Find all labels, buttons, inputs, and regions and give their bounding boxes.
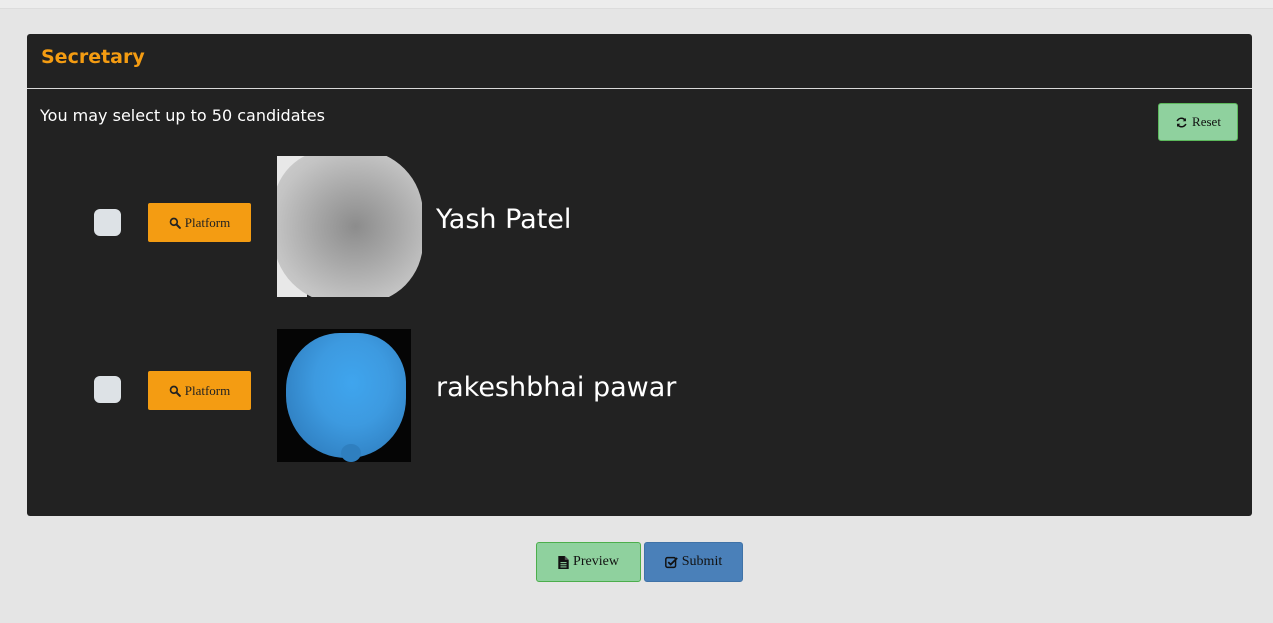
reset-button[interactable]: Reset [1158,103,1238,141]
candidate-row: Platform rakeshbhai pawar [27,328,1252,468]
preview-button[interactable]: Preview [536,542,641,582]
candidate-row: Platform Yash Patel [27,148,1252,298]
position-title: Secretary [41,46,145,68]
platform-button[interactable]: Platform [148,371,251,410]
submit-button[interactable]: Submit [644,542,743,582]
preview-label: Preview [573,554,619,569]
candidate-name: rakeshbhai pawar [436,372,677,403]
candidate-photo [277,156,422,297]
reset-label: Reset [1192,114,1221,129]
check-square-icon [664,556,678,568]
candidate-name: Yash Patel [436,204,572,235]
panel-header: Secretary [27,34,1252,89]
candidate-checkbox[interactable] [94,376,121,403]
refresh-icon [1176,116,1187,128]
file-icon [558,555,569,569]
search-icon [169,385,181,397]
candidate-checkbox[interactable] [94,209,121,236]
selection-instruction: You may select up to 50 candidates [40,106,325,125]
ballot-panel: Secretary You may select up to 50 candid… [27,34,1252,516]
search-icon [169,217,181,229]
platform-label: Platform [184,214,231,230]
candidate-photo [277,329,411,462]
platform-label: Platform [184,382,231,398]
page-top-bar [0,0,1273,9]
submit-label: Submit [681,554,723,569]
platform-button[interactable]: Platform [148,203,251,242]
